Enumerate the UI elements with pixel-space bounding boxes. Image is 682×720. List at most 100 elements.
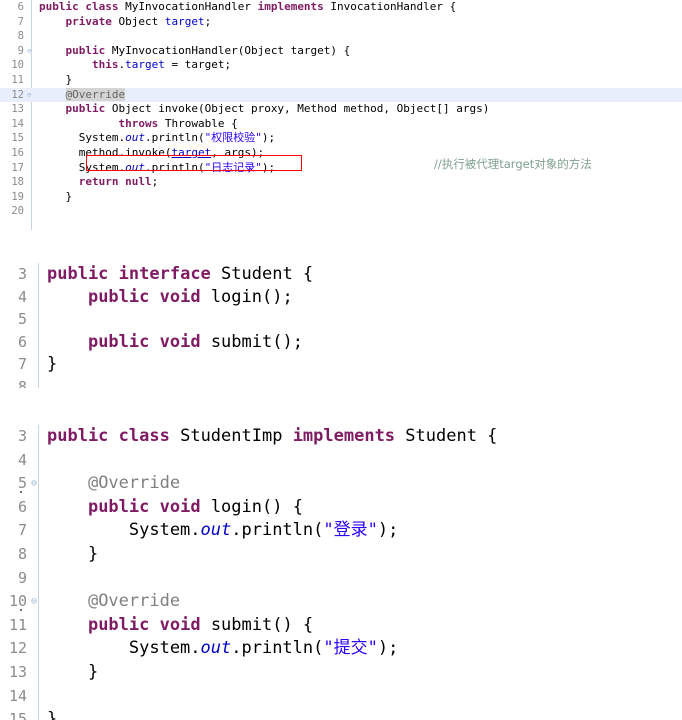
code-line[interactable]: 3 public class StudentImp implements Stud… bbox=[0, 425, 682, 449]
token-plain: System. bbox=[39, 160, 126, 174]
code-line[interactable]: 13 } bbox=[0, 661, 682, 685]
code-line[interactable]: 4 public void login(); bbox=[0, 286, 682, 309]
token-plain: method.invoke( bbox=[39, 145, 172, 159]
code-line[interactable]: 10 this.target = target; bbox=[0, 58, 682, 73]
token-plain: Throwable { bbox=[158, 116, 238, 130]
code-rows: 3 public class StudentImp implements Stud… bbox=[0, 425, 682, 720]
code-text: private Object target; bbox=[32, 15, 682, 30]
line-number: 12 bbox=[8, 639, 27, 658]
token-plain: } bbox=[47, 661, 99, 682]
line-number: 9 bbox=[17, 44, 24, 57]
token-kw: public bbox=[87, 614, 150, 635]
code-text: public class StudentImp implements Stude… bbox=[38, 425, 682, 449]
token-plain: ); bbox=[261, 160, 276, 174]
code-line[interactable]: 6 public class MyInvocationHandler implem… bbox=[0, 0, 682, 15]
token-ann: @Override bbox=[87, 473, 181, 494]
token-kw: void bbox=[159, 614, 201, 635]
code-line[interactable]: 12 ⊖ @Override bbox=[0, 87, 682, 103]
token-plain: InvocationHandler { bbox=[323, 0, 457, 13]
code-line[interactable]: 8 bbox=[0, 29, 682, 44]
code-line[interactable]: 8 bbox=[0, 376, 682, 389]
line-number: 11 bbox=[8, 615, 27, 634]
code-rows: 6 public class MyInvocationHandler implem… bbox=[0, 0, 682, 219]
code-line[interactable]: 15 System.out.println("权限校验"); bbox=[0, 131, 682, 146]
token-plain: MyInvocationHandler bbox=[118, 0, 258, 13]
token-kw: implements bbox=[257, 0, 324, 13]
line-number: 7 bbox=[17, 15, 24, 28]
fold-collapse-icon[interactable]: ⊖ bbox=[31, 590, 38, 614]
token-ann: @Override bbox=[87, 591, 181, 612]
code-text: System.out.println("登录"); bbox=[38, 519, 682, 543]
code-editor-student-imp[interactable]: 3 public class StudentImp implements Stud… bbox=[0, 425, 682, 720]
token-kw: public bbox=[65, 43, 106, 57]
code-line[interactable]: 3 public interface Student { bbox=[0, 263, 682, 286]
handwritten-side-comment: //执行被代理target对象的方法 bbox=[434, 157, 592, 171]
line-number: 18 bbox=[11, 176, 24, 189]
code-line[interactable]: 8 } bbox=[0, 543, 682, 567]
code-line[interactable]: 6 public void login() { bbox=[0, 496, 682, 520]
token-plain: .println( bbox=[231, 520, 324, 541]
code-line[interactable]: 4 bbox=[0, 449, 682, 473]
code-line[interactable]: 12 System.out.println("提交"); bbox=[0, 637, 682, 661]
token-plain: submit(); bbox=[200, 331, 303, 352]
code-line[interactable]: 19 } bbox=[0, 190, 682, 205]
token-fld: target bbox=[125, 58, 165, 72]
fold-collapse-icon[interactable]: ⊖ bbox=[31, 472, 38, 496]
code-line[interactable]: 9 ⊖ public MyInvocationHandler(Object tar… bbox=[0, 44, 682, 59]
code-line[interactable]: 14 bbox=[0, 685, 682, 709]
token-plain: System. bbox=[47, 638, 201, 659]
code-line[interactable]: 18 return null; bbox=[0, 175, 682, 190]
code-line[interactable]: 10 ⊖ @Override bbox=[0, 590, 682, 614]
token-plain: , args); bbox=[211, 145, 265, 159]
code-editor-student-interface[interactable]: 3 public interface Student {4 public void… bbox=[0, 263, 682, 388]
token-kw: void bbox=[159, 286, 201, 307]
code-line[interactable]: 5 ⊖ @Override bbox=[0, 472, 682, 496]
gutter-change-tick bbox=[20, 491, 22, 493]
code-line[interactable]: 15} bbox=[0, 708, 682, 720]
code-line[interactable]: 11 } bbox=[0, 73, 682, 88]
token-plain: } bbox=[47, 709, 58, 720]
line-number: 17 bbox=[11, 161, 24, 174]
code-line[interactable]: 14 throws Throwable { bbox=[0, 117, 682, 132]
code-editor-my-invocation-handler[interactable]: 6 public class MyInvocationHandler implem… bbox=[0, 0, 682, 230]
token-kw: class bbox=[118, 426, 170, 446]
token-kw: public bbox=[65, 102, 106, 116]
token-plain: System. bbox=[39, 131, 126, 145]
line-number: 4 bbox=[17, 287, 27, 306]
code-text: System.out.println("提交"); bbox=[38, 637, 682, 661]
line-number: 5 bbox=[17, 310, 27, 328]
token-plain: .println( bbox=[144, 131, 205, 145]
code-text: @Override bbox=[38, 472, 682, 496]
code-text: return null; bbox=[32, 175, 682, 190]
code-line[interactable]: 5 bbox=[0, 308, 682, 331]
code-line[interactable]: 7} bbox=[0, 353, 682, 376]
code-line[interactable]: 6 public void submit(); bbox=[0, 331, 682, 354]
token-fldu: target bbox=[171, 145, 212, 159]
token-fld: target bbox=[164, 14, 205, 28]
code-line[interactable]: 11 public void submit() { bbox=[0, 614, 682, 638]
token-plain: Object invoke(Object proxy, Method metho… bbox=[105, 102, 490, 116]
code-line[interactable]: 13 public Object invoke(Object proxy, Me… bbox=[0, 102, 682, 117]
code-line[interactable]: 7 System.out.println("登录"); bbox=[0, 519, 682, 543]
code-text: @Override bbox=[38, 590, 682, 614]
code-rows: 3 public interface Student {4 public void… bbox=[0, 263, 682, 388]
code-line[interactable]: 20 bbox=[0, 204, 682, 219]
token-kw: class bbox=[85, 0, 119, 13]
code-line[interactable]: 7 private Object target; bbox=[0, 15, 682, 30]
line-number: 8 bbox=[17, 544, 27, 563]
token-kw: public bbox=[87, 286, 150, 307]
token-plain: } bbox=[39, 72, 73, 86]
line-number: 9 bbox=[17, 568, 27, 587]
line-number: 15 bbox=[11, 132, 24, 145]
token-plain: Student { bbox=[395, 426, 498, 446]
token-stat: out bbox=[125, 131, 145, 145]
token-kw: void bbox=[159, 496, 201, 517]
code-line[interactable]: 9 bbox=[0, 567, 682, 591]
line-number: 7 bbox=[17, 355, 27, 373]
token-str: "登录" bbox=[323, 520, 378, 541]
